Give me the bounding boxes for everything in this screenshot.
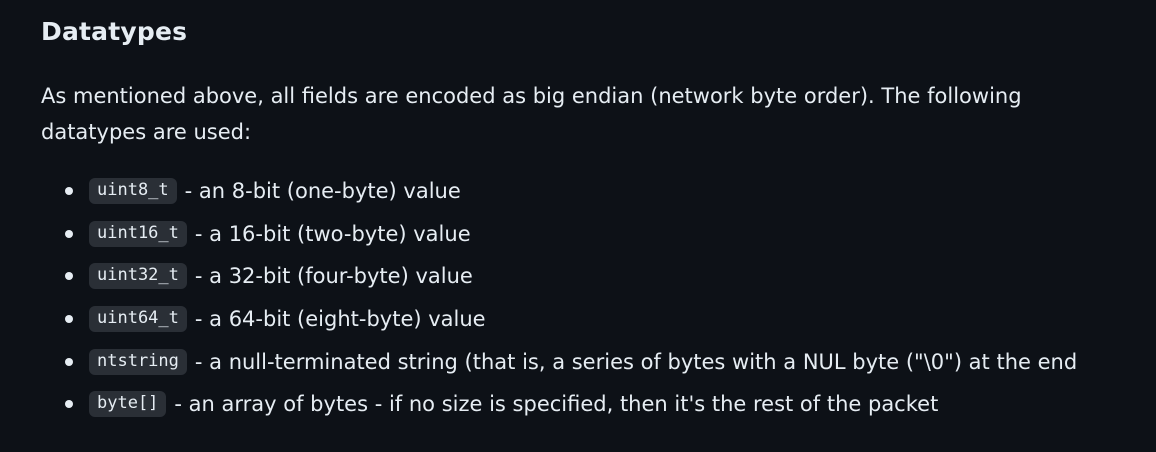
type-code: uint64_t	[89, 306, 187, 333]
bullet-icon	[65, 357, 73, 366]
list-item: uint32_t - a 32-bit (four-byte) value	[41, 255, 1141, 298]
bullet-icon	[65, 187, 73, 196]
bullet-icon	[65, 400, 73, 409]
bullet-icon	[65, 315, 73, 324]
list-item: uint8_t - an 8-bit (one-byte) value	[41, 170, 1141, 213]
type-description: - a 32-bit (four-byte) value	[194, 264, 473, 289]
bullet-icon	[65, 272, 73, 281]
type-code: uint32_t	[89, 263, 187, 290]
datatype-list: uint8_t - an 8-bit (one-byte) value uint…	[41, 170, 1141, 426]
document-section: Datatypes As mentioned above, all fields…	[0, 0, 1156, 452]
bullet-icon	[65, 229, 73, 238]
type-code: byte[]	[89, 391, 167, 418]
type-code: uint8_t	[89, 178, 177, 205]
section-heading: Datatypes	[41, 17, 188, 46]
type-description: - an 8-bit (one-byte) value	[184, 179, 461, 204]
type-code: ntstring	[89, 348, 187, 375]
list-item: ntstring - a null-terminated string (tha…	[41, 340, 1141, 383]
intro-paragraph: As mentioned above, all fields are encod…	[41, 84, 1022, 144]
list-item: uint64_t - a 64-bit (eight-byte) value	[41, 298, 1141, 341]
type-description: - a 16-bit (two-byte) value	[194, 221, 471, 246]
type-description: - a null-terminated string (that is, a s…	[194, 349, 1078, 374]
list-item: byte[] - an array of bytes - if no size …	[41, 383, 1141, 426]
type-description: - an array of bytes - if no size is spec…	[174, 392, 939, 417]
type-description: - a 64-bit (eight-byte) value	[194, 307, 486, 332]
list-item: uint16_t - a 16-bit (two-byte) value	[41, 213, 1141, 256]
type-code: uint16_t	[89, 220, 187, 247]
